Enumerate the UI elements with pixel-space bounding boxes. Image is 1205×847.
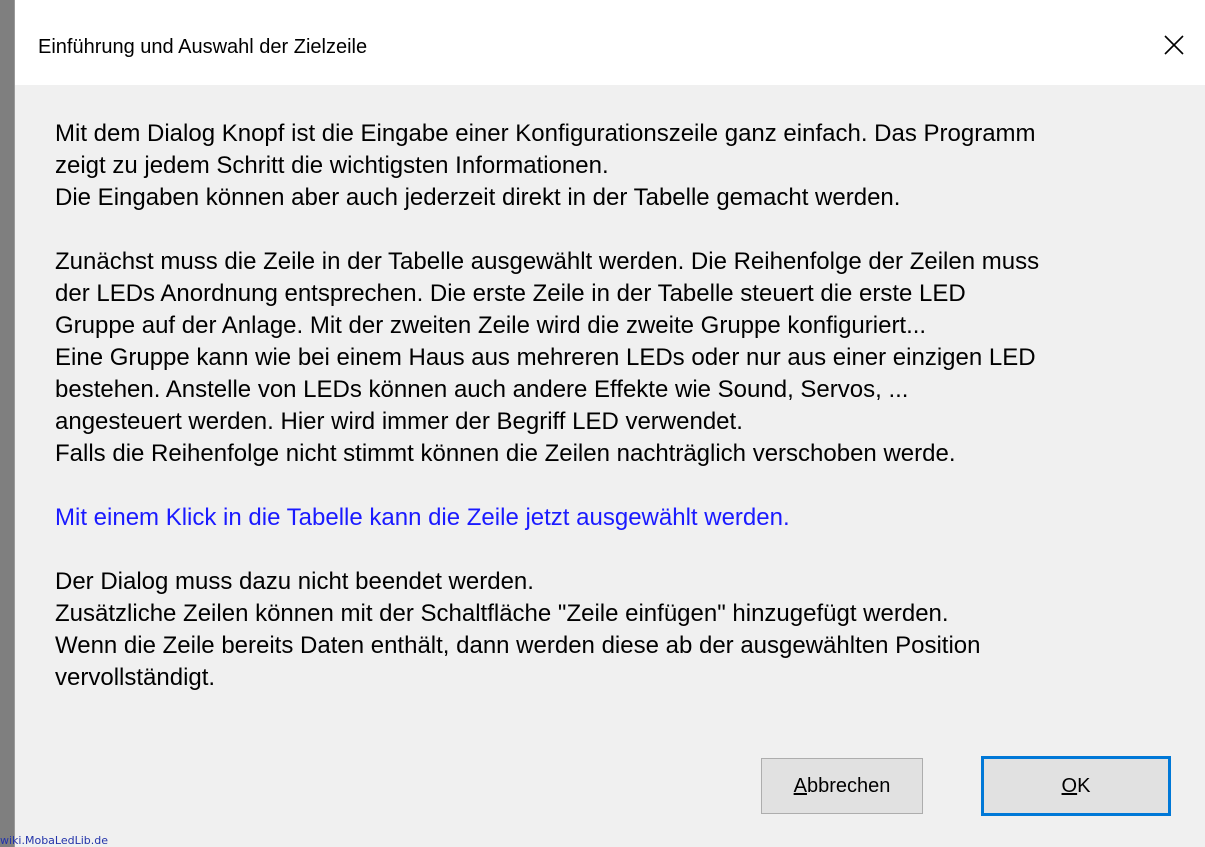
text-line: der LEDs Anordnung entsprechen. Die erst… <box>55 280 966 307</box>
text-line: Falls die Reihenfolge nicht stimmt könne… <box>55 440 956 467</box>
dialog-title: Einführung und Auswahl der Zielzeile <box>38 36 368 58</box>
paragraph-intro: Mit dem Dialog Knopf ist die Eingabe ein… <box>55 118 1195 214</box>
ok-button-focus-ring: OK <box>983 758 1169 814</box>
text-line: Der Dialog muss dazu nicht beendet werde… <box>55 568 534 595</box>
text-line: zeigt zu jedem Schritt die wichtigsten I… <box>55 152 609 179</box>
ok-button-label: K <box>1077 774 1091 797</box>
text-line: Wenn die Zeile bereits Daten enthält, da… <box>55 632 981 659</box>
ok-button-accelerator: O <box>1061 774 1078 797</box>
cancel-button[interactable]: Abbrechen <box>761 758 923 814</box>
ok-button[interactable]: OK <box>981 756 1171 816</box>
text-line: Zunächst muss die Zeile in der Tabelle a… <box>55 248 1040 275</box>
text-line: Gruppe auf der Anlage. Mit der zweiten Z… <box>55 312 927 339</box>
text-line: Eine Gruppe kann wie bei einem Haus aus … <box>55 344 1036 371</box>
cancel-button-label: bbrechen <box>806 774 891 797</box>
paragraph-highlight: Mit einem Klick in die Tabelle kann die … <box>55 502 1195 534</box>
paragraph-notes: Der Dialog muss dazu nicht beendet werde… <box>55 566 1195 694</box>
text-line: Die Eingaben können aber auch jederzeit … <box>55 184 901 211</box>
cancel-button-accelerator: A <box>793 774 807 797</box>
text-line: Zusätzliche Zeilen können mit der Schalt… <box>55 600 949 627</box>
title-bar: Einführung und Auswahl der Zielzeile <box>15 0 1205 85</box>
text-line: bestehen. Anstelle von LEDs können auch … <box>55 376 909 403</box>
text-line: Mit dem Dialog Knopf ist die Eingabe ein… <box>55 120 1036 147</box>
paragraph-selection: Zunächst muss die Zeile in der Tabelle a… <box>55 246 1195 470</box>
dialog-window: Einführung und Auswahl der Zielzeile Mit… <box>14 0 1205 847</box>
watermark-text: wiki.MobaLedLib.de <box>0 834 109 847</box>
close-button[interactable] <box>1143 16 1205 74</box>
close-icon <box>1164 35 1184 55</box>
text-line: angesteuert werden. Hier wird immer der … <box>55 408 743 435</box>
dialog-message: Mit dem Dialog Knopf ist die Eingabe ein… <box>55 118 1195 726</box>
text-line: vervollständigt. <box>55 664 216 691</box>
highlight-instruction: Mit einem Klick in die Tabelle kann die … <box>55 504 790 531</box>
